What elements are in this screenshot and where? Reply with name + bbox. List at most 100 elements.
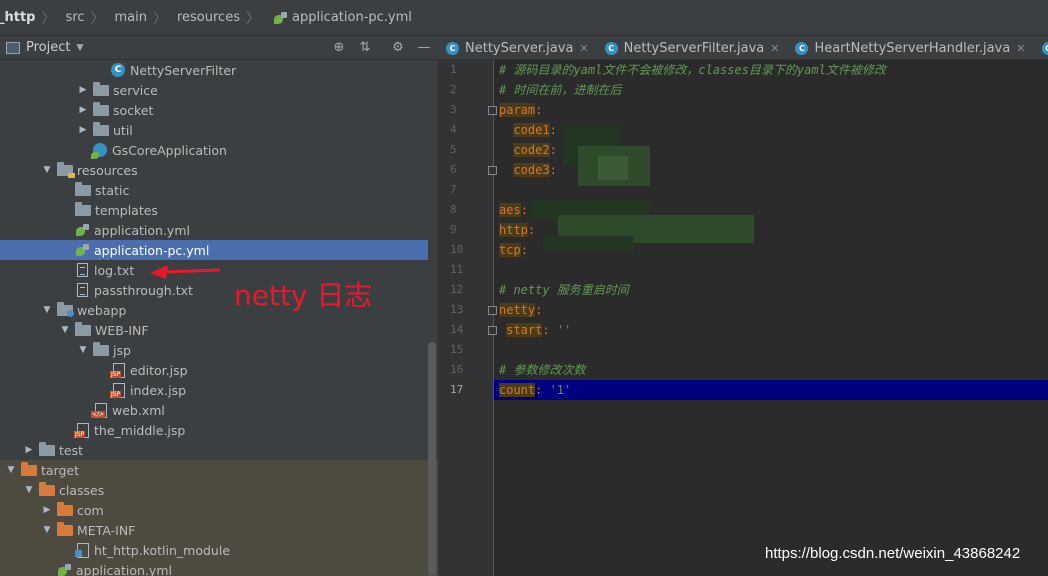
expand-arrow-icon[interactable]: ▼: [40, 525, 54, 535]
collapse-arrow-icon[interactable]: ▶: [76, 105, 90, 115]
yaml-icon: [57, 563, 71, 576]
collapse-arrow-icon[interactable]: ▶: [40, 505, 54, 515]
line-number: 14: [450, 323, 464, 336]
tree-item[interactable]: ▶application-pc.yml: [0, 240, 428, 260]
code-line[interactable]: start: '': [499, 320, 571, 340]
fold-marker-icon[interactable]: [488, 166, 497, 175]
fold-marker-icon[interactable]: [488, 326, 497, 335]
tree-item[interactable]: ▼ classes: [0, 480, 438, 500]
tree-item[interactable]: ▶web.xml: [0, 400, 428, 420]
tree-scrollbar[interactable]: [428, 342, 436, 576]
tree-item[interactable]: ▶GsCoreApplication: [0, 140, 428, 160]
chevron-right-icon: 〉: [90, 10, 105, 27]
tree-item[interactable]: ▶CNettyServerFilter: [0, 60, 428, 80]
jsp-icon: [74, 423, 89, 438]
close-icon[interactable]: ✕: [579, 42, 588, 55]
line-number: 2: [450, 83, 457, 96]
navigation-breadcrumb: _http 〉 src 〉 main 〉 resources 〉 applica…: [0, 0, 1048, 36]
tree-item-label: com: [77, 502, 104, 518]
editor-tab[interactable]: C HeartNettyServerHandler.java ✕: [787, 36, 1033, 59]
tree-item[interactable]: ▶editor.jsp: [0, 360, 428, 380]
code-token: :: [549, 143, 557, 157]
expand-arrow-icon[interactable]: ▼: [76, 345, 90, 355]
tree-item-label: templates: [95, 202, 158, 218]
tree-item[interactable]: ▶ socket: [0, 100, 428, 120]
tree-item[interactable]: ▶ht_http.kotlin_module: [0, 540, 438, 560]
breadcrumb-item-resources[interactable]: resources: [173, 0, 240, 36]
code-line[interactable]: param:: [499, 100, 542, 120]
fold-marker-icon[interactable]: [488, 106, 497, 115]
code-comment: # 参数修改次数: [499, 363, 586, 377]
tree-item[interactable]: ▼ jsp: [0, 340, 428, 360]
code-line[interactable]: netty:: [499, 300, 542, 320]
tree-item[interactable]: ▶the_middle.jsp: [0, 420, 428, 440]
code-comment: # netty 服务重启时间: [499, 283, 629, 297]
spring-class-icon: [91, 143, 107, 159]
tree-item[interactable]: ▶application.yml: [0, 220, 428, 240]
breadcrumb-item-main[interactable]: main: [110, 0, 146, 36]
collapse-all-icon[interactable]: ⇅: [357, 40, 373, 56]
breadcrumb-item-file[interactable]: application-pc.yml: [266, 0, 412, 36]
code-line[interactable]: # netty 服务重启时间: [499, 280, 629, 300]
code-line[interactable]: code3:: [499, 160, 557, 180]
code-line[interactable]: http:: [499, 220, 535, 240]
tree-item[interactable]: ▶static: [0, 180, 428, 200]
class-icon: C: [1041, 41, 1048, 55]
code-line[interactable]: count: '1': [499, 380, 571, 400]
editor-tab[interactable]: C NettyServerFilter.java ✕: [597, 36, 788, 59]
caret-down-icon[interactable]: ▼: [76, 43, 83, 53]
code-editor[interactable]: 1 2 3 4 5 6 7 8 9 10 11 12 13 14 15 16 17 # 源码目录的yaml文件不…: [438, 60, 1048, 576]
code-line[interactable]: code1:: [499, 120, 557, 140]
tree-item[interactable]: ▶application.yml: [0, 560, 438, 576]
tree-item-label: application.yml: [76, 562, 172, 576]
hide-panel-icon[interactable]: —: [416, 40, 432, 56]
expand-arrow-icon[interactable]: ▼: [40, 305, 54, 315]
code-token: :: [520, 243, 528, 257]
jsp-icon: [110, 363, 125, 378]
collapse-arrow-icon[interactable]: ▶: [76, 125, 90, 135]
close-icon[interactable]: ✕: [1016, 42, 1025, 55]
tree-item-label: WEB-INF: [95, 322, 149, 338]
yaml-key: http: [499, 223, 528, 237]
collapse-arrow-icon[interactable]: ▶: [76, 85, 90, 95]
code-token: :: [549, 163, 557, 177]
tree-item[interactable]: ▶templates: [0, 200, 428, 220]
code-line[interactable]: # 源码目录的yaml文件不会被修改，classes目录下的yaml文件被修改: [499, 60, 886, 80]
tree-item[interactable]: ▼ resources: [0, 160, 428, 180]
line-number: 3: [450, 103, 457, 116]
expand-arrow-icon[interactable]: ▼: [22, 485, 36, 495]
editor-tab[interactable]: C NettyServer.java ✕: [438, 36, 597, 59]
class-icon: C: [604, 41, 618, 55]
code-line[interactable]: code2:: [499, 140, 557, 160]
breadcrumb-item-src[interactable]: src: [62, 0, 85, 36]
project-icon: [6, 41, 20, 54]
fold-marker-icon[interactable]: [488, 306, 497, 315]
tree-item-label: resources: [77, 162, 138, 178]
tree-item[interactable]: ▶ test: [0, 440, 428, 460]
tree-item[interactable]: ▶ util: [0, 120, 428, 140]
locate-target-icon[interactable]: ⊕: [331, 40, 347, 56]
tree-item[interactable]: ▶ service: [0, 80, 428, 100]
code-line[interactable]: # 时间在前，进制在后: [499, 80, 621, 100]
tree-item[interactable]: ▼ target: [0, 460, 438, 480]
class-icon: C: [446, 41, 459, 55]
tree-item[interactable]: ▼ META-INF: [0, 520, 438, 540]
collapse-arrow-icon[interactable]: ▶: [22, 445, 36, 455]
editor-tab[interactable]: CNettyCli: [1034, 36, 1048, 59]
expand-arrow-icon[interactable]: ▼: [58, 325, 72, 335]
tree-item[interactable]: ▶index.jsp: [0, 380, 428, 400]
breadcrumb-item-project[interactable]: _http: [0, 0, 36, 36]
close-icon[interactable]: ✕: [770, 42, 779, 55]
line-number: 7: [450, 183, 457, 196]
code-token: :: [535, 303, 543, 317]
tree-item[interactable]: ▼ WEB-INF: [0, 320, 428, 340]
expand-arrow-icon[interactable]: ▼: [40, 165, 54, 175]
gear-icon[interactable]: ⚙: [390, 40, 406, 56]
code-line[interactable]: # 参数修改次数: [499, 360, 585, 380]
expand-arrow-icon[interactable]: ▼: [4, 465, 18, 475]
project-panel-header: Project ▼ ⊕ ⇅ ⚙ —: [0, 36, 438, 60]
code-line[interactable]: aes:: [499, 200, 528, 220]
project-view-selector[interactable]: Project: [26, 40, 70, 55]
yaml-value: '1': [549, 383, 572, 397]
tree-item[interactable]: ▶ com: [0, 500, 438, 520]
